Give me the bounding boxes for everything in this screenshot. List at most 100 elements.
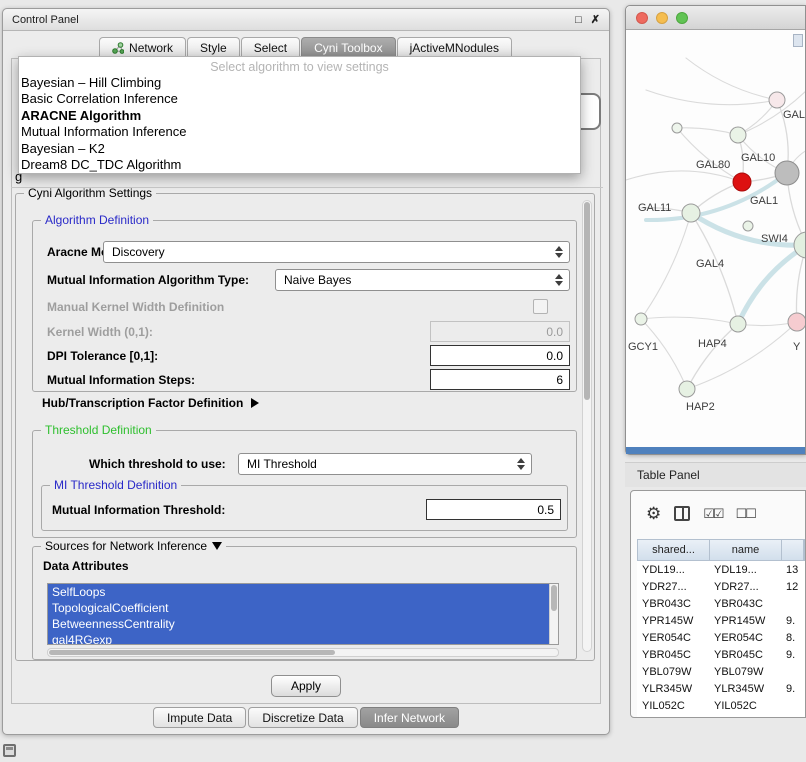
bottom-tab-infer-network[interactable]: Infer Network [360, 707, 459, 728]
data-attribute-item[interactable]: BetweennessCentrality [48, 616, 558, 632]
group-title: Threshold Definition [41, 423, 156, 437]
tab-network[interactable]: Network [99, 37, 186, 58]
table-cell: YDL19... [709, 561, 781, 578]
algorithm-option[interactable]: Mutual Information Inference [19, 124, 580, 140]
algorithm-option[interactable]: Bayesian – K2 [19, 141, 580, 157]
scrollbar-thumb[interactable] [49, 650, 335, 655]
sources-group: Sources for Network Inference Data Attri… [32, 546, 577, 660]
data-attribute-item[interactable]: SelfLoops [48, 584, 558, 600]
aracne-mode-select[interactable]: Discovery [103, 241, 570, 263]
network-node[interactable] [730, 316, 746, 332]
scrollbar-thumb[interactable] [551, 585, 557, 611]
mi-threshold-input[interactable] [426, 499, 561, 520]
network-canvas[interactable]: GAL8GAL80GAL10GAL11GAL1SWI4GAL4GCY1HAP4H… [626, 30, 805, 447]
list-scrollbar[interactable] [549, 584, 558, 644]
table-row[interactable]: YBL079WYBL079W [637, 663, 805, 680]
select-all-columns-icon[interactable]: ☑☑ [703, 507, 722, 520]
network-view-window: GAL8GAL80GAL10GAL11GAL1SWI4GAL4GCY1HAP4H… [625, 5, 806, 455]
bottom-tab-bar: Impute DataDiscretize DataInfer Network [3, 707, 609, 729]
data-attribute-item[interactable]: TopologicalCoefficient [48, 600, 558, 616]
table-body: YDL19...YDL19...13YDR27...YDR27...12YBR0… [637, 561, 805, 714]
network-edge[interactable] [641, 317, 738, 324]
table-cell [781, 663, 805, 680]
dpi-tolerance-input[interactable] [430, 345, 570, 366]
settings-gear-icon[interactable]: ⚙ [646, 505, 661, 522]
settings-scrollbar[interactable] [582, 200, 592, 652]
tab-style[interactable]: Style [187, 37, 240, 58]
network-node[interactable] [730, 127, 746, 143]
tab-jactivemnodules[interactable]: jActiveMNodules [397, 37, 512, 58]
network-edge[interactable] [738, 245, 805, 324]
table-header-row: shared...name [637, 539, 805, 561]
table-row[interactable]: YDL19...YDL19...13 [637, 561, 805, 578]
deselect-all-columns-icon[interactable]: ☐☐ [736, 507, 755, 520]
kernel-width-input[interactable] [430, 321, 570, 342]
bottom-tab-discretize-data[interactable]: Discretize Data [248, 707, 357, 728]
network-edge[interactable] [677, 128, 738, 135]
network-node[interactable] [743, 221, 753, 231]
attribute-list[interactable]: SelfLoopsTopologicalCoefficientBetweenne… [47, 583, 559, 645]
overview-toggle-icon[interactable] [793, 34, 803, 47]
table-row[interactable]: YIL052CYIL052C [637, 697, 805, 714]
sources-section-toggle[interactable]: Sources for Network Inference [41, 539, 226, 553]
column-header[interactable] [782, 540, 804, 560]
column-header[interactable]: name [710, 540, 782, 560]
tab-select[interactable]: Select [241, 37, 300, 58]
network-window-titlebar[interactable] [626, 6, 805, 30]
table-row[interactable]: YPR145WYPR145W9. [637, 612, 805, 629]
network-node[interactable] [775, 161, 799, 185]
node-label: GCY1 [628, 341, 658, 353]
data-attributes-label: Data Attributes [43, 559, 129, 573]
data-attribute-item[interactable]: gal4RGexp [48, 632, 558, 645]
network-node[interactable] [788, 313, 805, 331]
network-node[interactable] [635, 313, 647, 325]
network-node[interactable] [733, 173, 751, 191]
network-node[interactable] [679, 381, 695, 397]
mi-type-select[interactable]: Naive Bayes [275, 269, 570, 291]
scrollbar-thumb[interactable] [584, 202, 590, 400]
network-edge[interactable] [687, 322, 797, 389]
tab-label: Select [254, 41, 287, 55]
mi-steps-input[interactable] [430, 369, 570, 390]
table-cell: YLR345W [709, 680, 781, 697]
network-edge[interactable] [686, 58, 777, 100]
horizontal-scrollbar[interactable] [47, 648, 559, 657]
control-panel-titlebar[interactable]: Control Panel □ ✗ [3, 9, 609, 31]
network-edge[interactable] [641, 213, 691, 319]
manual-kernel-checkbox[interactable] [533, 299, 548, 314]
table-row[interactable]: YBR043CYBR043C [637, 595, 805, 612]
table-row[interactable]: YER054CYER054C8. [637, 629, 805, 646]
table-cell: YBR043C [637, 595, 709, 612]
column-header[interactable]: shared... [638, 540, 710, 560]
node-label: GAL8 [783, 109, 805, 121]
algorithm-option[interactable]: Basic Correlation Inference [19, 91, 580, 107]
network-node[interactable] [682, 204, 700, 222]
network-edge[interactable] [641, 319, 687, 389]
float-window-icon[interactable]: □ [575, 14, 582, 26]
minimized-panel-icon[interactable] [3, 744, 16, 757]
apply-button[interactable]: Apply [271, 675, 341, 697]
threshold-select[interactable]: MI Threshold [238, 453, 532, 475]
tab-bar: NetworkStyle Select Cyni ToolboxjActiveMNo… [3, 36, 609, 58]
table-row[interactable]: YLR345WYLR345W9. [637, 680, 805, 697]
table-cell: YIL052C [709, 697, 781, 714]
close-icon[interactable]: ✗ [591, 13, 600, 26]
bottom-tab-impute-data[interactable]: Impute Data [153, 707, 246, 728]
algorithm-option[interactable]: Bayesian – Hill Climbing [19, 75, 580, 91]
table-panel-titlebar[interactable]: Table Panel [625, 462, 806, 487]
algorithm-option[interactable]: Dream8 DC_TDC Algorithm [19, 157, 580, 173]
zoom-traffic-light-icon[interactable] [676, 12, 688, 24]
minimize-traffic-light-icon[interactable] [656, 12, 668, 24]
tab-cyni-toolbox[interactable]: Cyni Toolbox [301, 37, 395, 58]
network-edge[interactable] [646, 90, 777, 105]
close-traffic-light-icon[interactable] [636, 12, 648, 24]
column-selector-icon[interactable] [674, 506, 690, 521]
sources-title: Sources for Network Inference [45, 539, 207, 553]
table-row[interactable]: YDR27...YDR27...12 [637, 578, 805, 595]
algorithm-option[interactable]: ARACNE Algorithm [19, 108, 580, 124]
network-edge[interactable] [626, 171, 742, 182]
network-node[interactable] [769, 92, 785, 108]
table-row[interactable]: YBR045CYBR045C9. [637, 646, 805, 663]
hub-section-toggle[interactable]: Hub/Transcription Factor Definition [42, 396, 259, 410]
network-node[interactable] [672, 123, 682, 133]
